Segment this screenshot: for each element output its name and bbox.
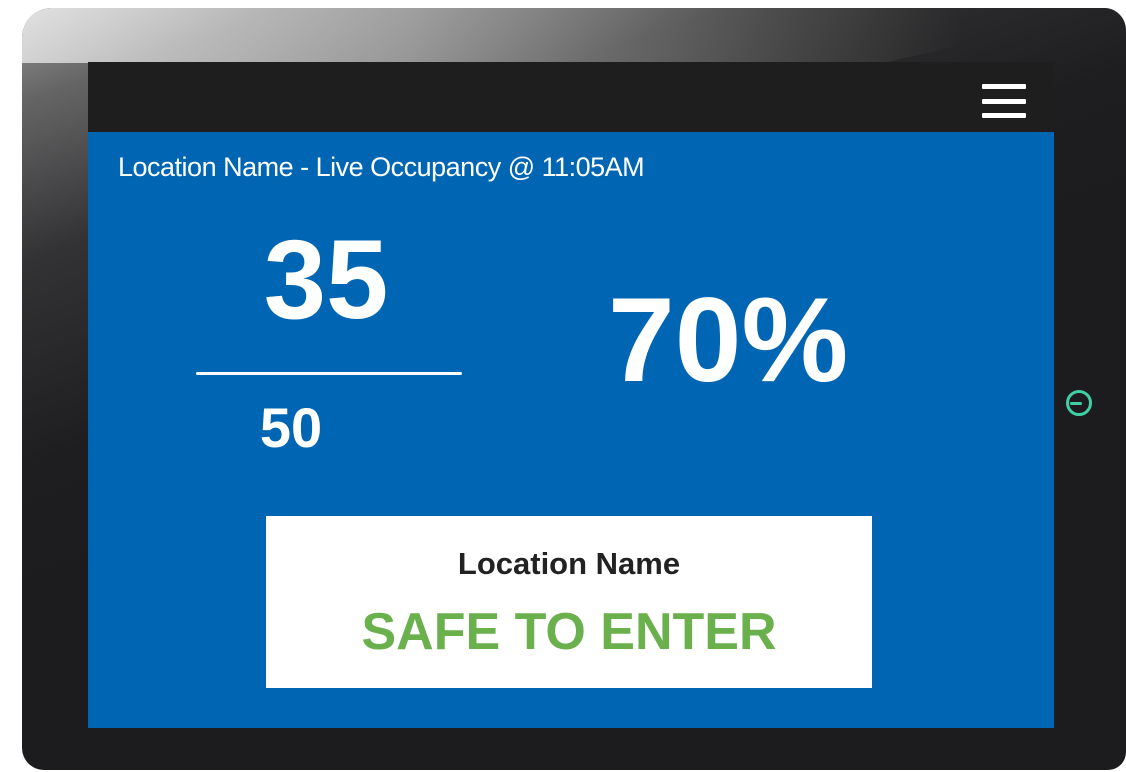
page-title: Location Name - Live Occupancy @ 11:05AM — [118, 152, 645, 182]
hamburger-menu-icon[interactable] — [982, 84, 1026, 118]
menu-line — [982, 113, 1026, 118]
current-occupancy-count: 35 — [263, 217, 389, 342]
status-badge: SAFE TO ENTER — [361, 603, 777, 661]
menu-line — [982, 98, 1026, 104]
power-icon[interactable] — [1066, 390, 1092, 416]
menu-line — [982, 84, 1026, 89]
status-location-name: Location Name — [457, 546, 681, 581]
tablet-frame: Location Name - Live Occupancy @ 11:05AM… — [22, 8, 1126, 770]
status-card: Location Name SAFE TO ENTER — [266, 516, 872, 688]
power-icon-dash — [1069, 401, 1082, 405]
app-screen: Location Name - Live Occupancy @ 11:05AM… — [88, 62, 1054, 728]
occupancy-percent: 70% — [608, 273, 849, 407]
max-capacity-count: 50 — [259, 396, 323, 459]
bezel-glare — [22, 8, 1126, 63]
top-bar — [88, 62, 1054, 132]
fraction-divider — [196, 372, 462, 375]
